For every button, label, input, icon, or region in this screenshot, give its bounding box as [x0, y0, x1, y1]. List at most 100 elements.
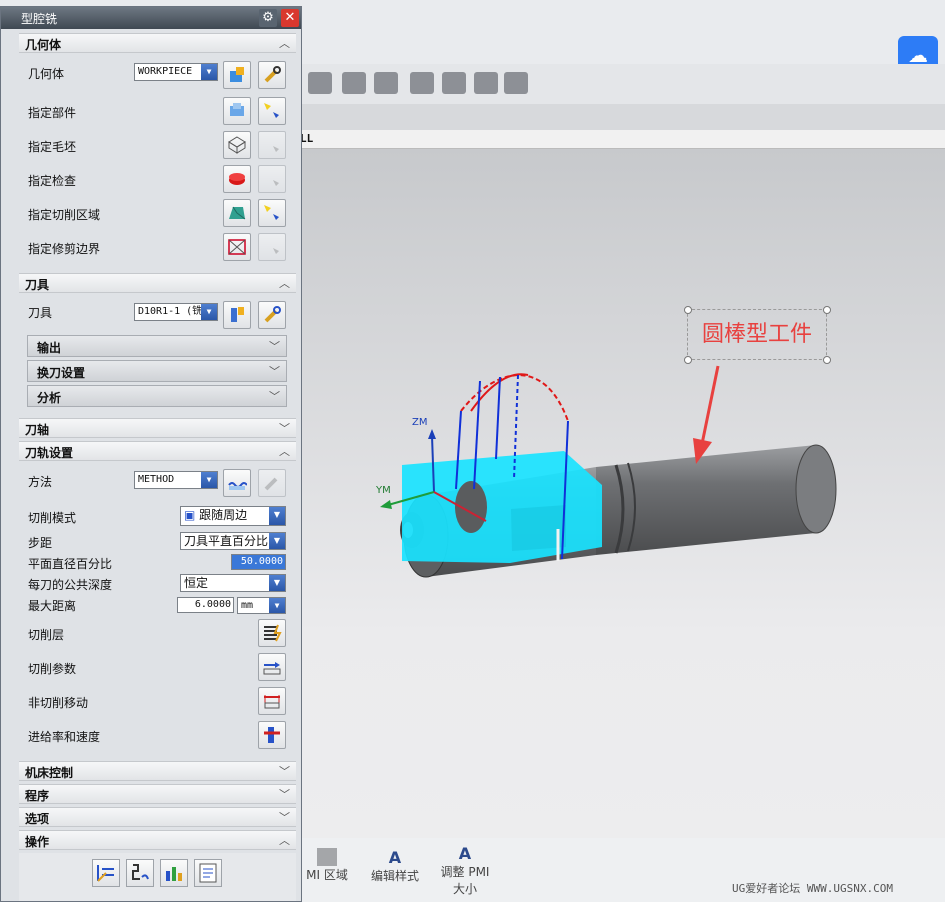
collapse-icon[interactable]: ︿ [279, 443, 290, 459]
edit-style-button[interactable]: A 编辑样式 [366, 848, 424, 884]
section-geometry-label: 几何体 [25, 38, 62, 52]
section-actions[interactable]: 操作 ︿ [19, 830, 296, 850]
display-part-flashlight-icon[interactable] [258, 97, 286, 125]
select-trim-button[interactable] [223, 233, 251, 261]
cut-levels-button[interactable] [258, 619, 286, 647]
chevron-down-icon[interactable]: ▼ [201, 64, 217, 80]
annotation-handle[interactable] [684, 306, 692, 314]
ribbon-tool-icon[interactable] [474, 72, 498, 94]
select-part-button[interactable] [223, 97, 251, 125]
edit-tool-button[interactable] [258, 301, 286, 329]
display-trim-flashlight-icon[interactable] [258, 233, 286, 261]
section-tool-axis-label: 刀轴 [25, 423, 50, 437]
section-program-label: 程序 [25, 789, 50, 803]
chevron-down-icon[interactable]: ▼ [201, 472, 217, 488]
section-tool-axis[interactable]: 刀轴 ﹀ [19, 418, 296, 438]
geometry-select[interactable]: WORKPIECE ▼ [134, 63, 218, 81]
display-cut-area-flashlight-icon[interactable] [258, 199, 286, 227]
non-cut-moves-button[interactable] [258, 687, 286, 715]
section-options[interactable]: 选项 ﹀ [19, 807, 296, 827]
chevron-down-icon[interactable]: ▼ [269, 533, 285, 549]
method-select[interactable]: METHOD ▼ [134, 471, 218, 489]
section-path-settings[interactable]: 刀轨设置 ︿ [19, 441, 296, 461]
part-label: 指定部件 [28, 106, 77, 120]
replay-button[interactable] [126, 859, 154, 887]
pmi-region-button[interactable]: MI 区域 [302, 848, 352, 883]
select-check-button[interactable] [223, 165, 251, 193]
annotation-handle[interactable] [823, 306, 831, 314]
subsection-output[interactable]: 输出 ﹀ [27, 335, 287, 357]
ribbon-tool-icon[interactable] [442, 72, 466, 94]
dialog-titlebar[interactable]: 型腔铣 ⚙ ✕ [1, 7, 301, 29]
expand-icon[interactable]: ﹀ [269, 388, 280, 404]
expand-icon[interactable]: ﹀ [279, 420, 290, 436]
expand-icon[interactable]: ﹀ [269, 363, 280, 379]
percent-input[interactable]: 50.0000 [231, 554, 286, 570]
annotation-handle[interactable] [823, 356, 831, 364]
check-label: 指定检查 [28, 174, 77, 188]
geometry-label: 几何体 [28, 67, 65, 81]
expand-icon[interactable]: ﹀ [279, 763, 290, 779]
graphics-viewport[interactable]: ZM YM [296, 149, 945, 839]
feeds-speeds-button[interactable] [258, 721, 286, 749]
blank-label: 指定毛坯 [28, 140, 77, 154]
depth-select[interactable]: 恒定 ▼ [180, 574, 286, 592]
display-check-flashlight-icon[interactable] [258, 165, 286, 193]
annotation-note[interactable]: 圆棒型工件 [687, 309, 827, 360]
ribbon-tool-icon[interactable] [342, 72, 366, 94]
new-method-button[interactable] [223, 469, 251, 497]
new-geometry-button[interactable] [223, 61, 251, 89]
ribbon-tool-icon[interactable] [308, 72, 332, 94]
list-button[interactable] [194, 859, 222, 887]
section-program[interactable]: 程序 ﹀ [19, 784, 296, 804]
cut-pattern-label: 切削模式 [28, 511, 77, 525]
chevron-down-icon[interactable]: ▼ [269, 598, 285, 613]
collapse-icon[interactable]: ︿ [279, 35, 290, 51]
ribbon-tool-icon[interactable] [410, 72, 434, 94]
edit-geometry-button[interactable] [258, 61, 286, 89]
cut-pattern-select[interactable]: ▣ 跟随周边 ▼ [180, 506, 286, 526]
adjust-size-label: 大小 [452, 882, 477, 896]
output-label: 输出 [37, 341, 62, 355]
section-tool-label: 刀具 [25, 278, 50, 292]
analysis-label: 分析 [37, 391, 62, 405]
expand-icon[interactable]: ﹀ [269, 338, 280, 354]
generate-button[interactable] [92, 859, 120, 887]
tool-select[interactable]: D10R1-1 (铣 ▼ [134, 303, 218, 321]
max-distance-unit-select[interactable]: mm ▼ [237, 597, 286, 614]
close-icon[interactable]: ✕ [281, 9, 299, 27]
chevron-down-icon[interactable]: ▼ [269, 575, 285, 591]
verify-button[interactable] [160, 859, 188, 887]
section-machine-control[interactable]: 机床控制 ﹀ [19, 761, 296, 781]
expand-icon[interactable]: ﹀ [279, 809, 290, 825]
collapse-icon[interactable]: ︿ [279, 275, 290, 291]
chevron-down-icon[interactable]: ▼ [201, 304, 217, 320]
section-tool[interactable]: 刀具 ︿ [19, 273, 296, 293]
cut-levels-label: 切削层 [28, 628, 65, 642]
expand-icon[interactable]: ﹀ [279, 786, 290, 802]
subsection-analysis[interactable]: 分析 ﹀ [27, 385, 287, 407]
axis-label-ym: YM [376, 485, 391, 496]
display-blank-flashlight-icon[interactable] [258, 131, 286, 159]
chevron-down-icon[interactable]: ▼ [269, 507, 285, 525]
subsection-tool-change[interactable]: 换刀设置 ﹀ [27, 360, 287, 382]
edit-method-button[interactable] [258, 469, 286, 497]
ribbon-tool-icon[interactable] [374, 72, 398, 94]
collapse-icon[interactable]: ︿ [279, 832, 290, 848]
graphics-tab[interactable]: LL [296, 130, 945, 149]
new-tool-button[interactable] [223, 301, 251, 329]
adjust-pmi-button[interactable]: A 调整 PMI 大小 [436, 844, 494, 897]
non-cut-moves-label: 非切削移动 [28, 696, 89, 710]
select-blank-button[interactable] [223, 131, 251, 159]
max-distance-input[interactable]: 6.0000 [177, 597, 234, 613]
select-cut-area-button[interactable] [223, 199, 251, 227]
section-geometry[interactable]: 几何体 ︿ [19, 33, 296, 53]
settings-icon[interactable]: ⚙ [259, 9, 277, 27]
stepover-select[interactable]: 刀具平直百分比 ▼ [180, 532, 286, 550]
ribbon-tool-icon[interactable] [504, 72, 528, 94]
cut-params-button[interactable] [258, 653, 286, 681]
cut-area-label: 指定切削区域 [28, 208, 101, 222]
watermark: UG爱好者论坛 WWW.UGSNX.COM [732, 882, 893, 895]
tool-change-label: 换刀设置 [37, 366, 86, 380]
cut-params-label: 切削参数 [28, 662, 77, 676]
